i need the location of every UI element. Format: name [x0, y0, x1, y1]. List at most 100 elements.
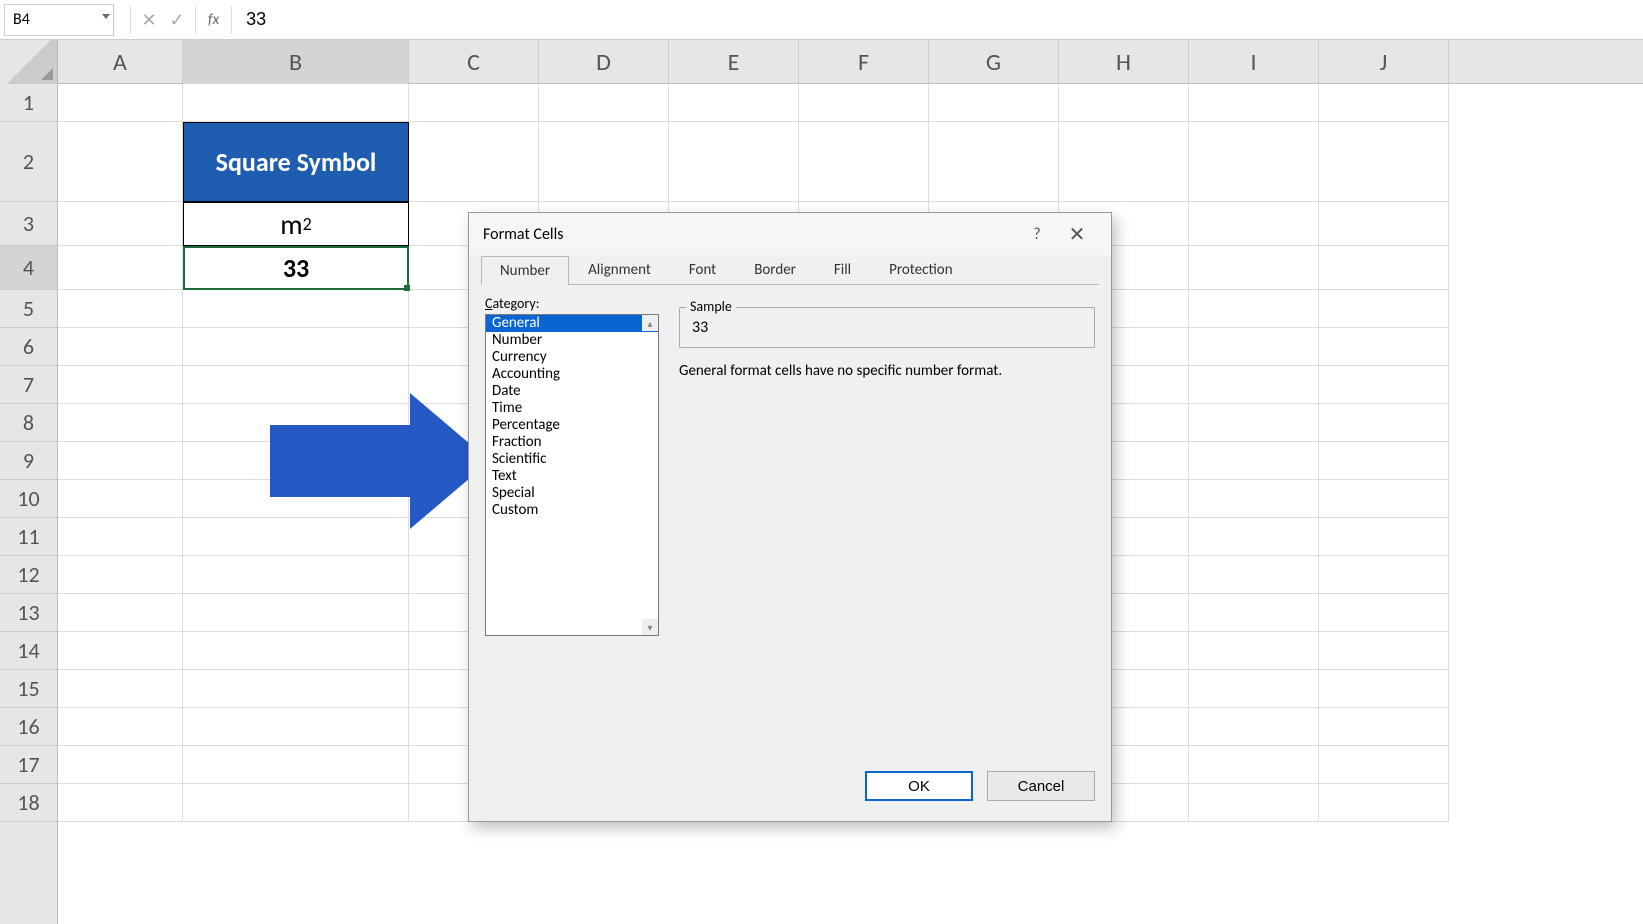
cell-B14[interactable]: [183, 632, 409, 670]
cell-E2[interactable]: [669, 122, 799, 202]
tab-alignment[interactable]: Alignment: [569, 255, 670, 284]
close-button[interactable]: ✕: [1057, 218, 1097, 250]
ok-button[interactable]: OK: [865, 771, 973, 801]
cell-F1[interactable]: [799, 84, 929, 122]
cell-I4[interactable]: [1189, 246, 1319, 290]
cell-J15[interactable]: [1319, 670, 1449, 708]
cell-A11[interactable]: [58, 518, 183, 556]
cell-C1[interactable]: [409, 84, 539, 122]
cell-A10[interactable]: [58, 480, 183, 518]
cell-G1[interactable]: [929, 84, 1059, 122]
cell-A12[interactable]: [58, 556, 183, 594]
cell-I10[interactable]: [1189, 480, 1319, 518]
cell-J6[interactable]: [1319, 328, 1449, 366]
cell-J4[interactable]: [1319, 246, 1449, 290]
cell-B15[interactable]: [183, 670, 409, 708]
cell-A17[interactable]: [58, 746, 183, 784]
formula-input[interactable]: [236, 4, 1643, 36]
row-header-10[interactable]: 10: [0, 480, 57, 518]
cell-I18[interactable]: [1189, 784, 1319, 822]
cell-B18[interactable]: [183, 784, 409, 822]
column-header-E[interactable]: E: [669, 40, 799, 84]
row-header-17[interactable]: 17: [0, 746, 57, 784]
cell-B13[interactable]: [183, 594, 409, 632]
cell-B12[interactable]: [183, 556, 409, 594]
dialog-titlebar[interactable]: Format Cells ? ✕: [469, 213, 1111, 255]
cell-J8[interactable]: [1319, 404, 1449, 442]
category-fraction[interactable]: Fraction: [486, 434, 658, 451]
cell-B17[interactable]: [183, 746, 409, 784]
cell-A4[interactable]: [58, 246, 183, 290]
column-header-I[interactable]: I: [1189, 40, 1319, 84]
confirm-formula-icon[interactable]: ✓: [163, 4, 191, 36]
cell-E1[interactable]: [669, 84, 799, 122]
category-general[interactable]: General: [486, 315, 658, 332]
cell-I3[interactable]: [1189, 202, 1319, 246]
row-header-18[interactable]: 18: [0, 784, 57, 822]
cell-I2[interactable]: [1189, 122, 1319, 202]
column-header-D[interactable]: D: [539, 40, 669, 84]
column-header-G[interactable]: G: [929, 40, 1059, 84]
category-special[interactable]: Special: [486, 485, 658, 502]
row-header-5[interactable]: 5: [0, 290, 57, 328]
row-header-16[interactable]: 16: [0, 708, 57, 746]
cell-B1[interactable]: [183, 84, 409, 122]
column-header-B[interactable]: B: [183, 40, 409, 84]
row-header-13[interactable]: 13: [0, 594, 57, 632]
cell-J13[interactable]: [1319, 594, 1449, 632]
cell-B5[interactable]: [183, 290, 409, 328]
cell-A15[interactable]: [58, 670, 183, 708]
cancel-formula-icon[interactable]: ✕: [135, 4, 163, 36]
cell-J11[interactable]: [1319, 518, 1449, 556]
cell-J14[interactable]: [1319, 632, 1449, 670]
cell-A2[interactable]: [58, 122, 183, 202]
row-header-7[interactable]: 7: [0, 366, 57, 404]
row-header-15[interactable]: 15: [0, 670, 57, 708]
column-header-F[interactable]: F: [799, 40, 929, 84]
row-header-1[interactable]: 1: [0, 84, 57, 122]
cell-I15[interactable]: [1189, 670, 1319, 708]
cell-A6[interactable]: [58, 328, 183, 366]
cell-J9[interactable]: [1319, 442, 1449, 480]
category-accounting[interactable]: Accounting: [486, 366, 658, 383]
cell-A13[interactable]: [58, 594, 183, 632]
cell-C2[interactable]: [409, 122, 539, 202]
scroll-down-icon[interactable]: ▾: [642, 619, 658, 635]
row-header-9[interactable]: 9: [0, 442, 57, 480]
cell-J16[interactable]: [1319, 708, 1449, 746]
row-header-3[interactable]: 3: [0, 202, 57, 246]
cell-D1[interactable]: [539, 84, 669, 122]
cell-I6[interactable]: [1189, 328, 1319, 366]
column-header-H[interactable]: H: [1059, 40, 1189, 84]
select-all-corner[interactable]: [0, 40, 58, 84]
cell-J5[interactable]: [1319, 290, 1449, 328]
cancel-button[interactable]: Cancel: [987, 771, 1095, 801]
chevron-down-icon[interactable]: [102, 14, 110, 19]
cell-A7[interactable]: [58, 366, 183, 404]
name-box[interactable]: B4: [4, 4, 114, 36]
cell-J3[interactable]: [1319, 202, 1449, 246]
row-header-2[interactable]: 2: [0, 122, 57, 202]
cell-I12[interactable]: [1189, 556, 1319, 594]
category-custom[interactable]: Custom: [486, 502, 658, 519]
cell-I13[interactable]: [1189, 594, 1319, 632]
row-header-6[interactable]: 6: [0, 328, 57, 366]
column-header-J[interactable]: J: [1319, 40, 1449, 84]
cell-A8[interactable]: [58, 404, 183, 442]
cell-A16[interactable]: [58, 708, 183, 746]
row-header-14[interactable]: 14: [0, 632, 57, 670]
category-percentage[interactable]: Percentage: [486, 417, 658, 434]
cell-A9[interactable]: [58, 442, 183, 480]
tab-fill[interactable]: Fill: [815, 255, 870, 284]
cell-A1[interactable]: [58, 84, 183, 122]
cell-D2[interactable]: [539, 122, 669, 202]
column-header-A[interactable]: A: [58, 40, 183, 84]
tab-number[interactable]: Number: [481, 256, 569, 285]
category-scientific[interactable]: Scientific: [486, 451, 658, 468]
cell-B3[interactable]: m2: [183, 202, 409, 246]
cell-A14[interactable]: [58, 632, 183, 670]
cell-I5[interactable]: [1189, 290, 1319, 328]
cell-I7[interactable]: [1189, 366, 1319, 404]
cell-H1[interactable]: [1059, 84, 1189, 122]
cell-B7[interactable]: [183, 366, 409, 404]
